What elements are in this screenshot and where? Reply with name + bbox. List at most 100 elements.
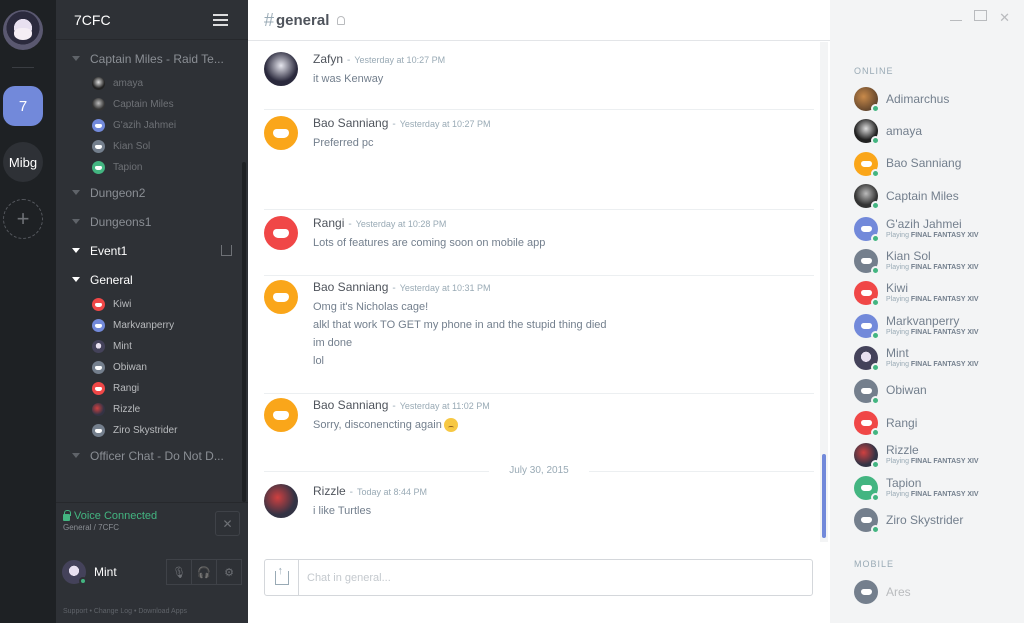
guild-icon-7[interactable]: 7 [3,86,43,126]
discord-logo-icon [95,165,102,170]
discord-logo-icon [860,160,872,167]
avatar [854,249,880,275]
avatar[interactable] [264,216,298,250]
message-author[interactable]: Rizzle [313,484,346,498]
member-item[interactable]: G'azih Jahmei Playing FINAL FANTASY XIV [854,213,1014,245]
online-status-icon [871,104,880,113]
close-icon[interactable]: ✕ [999,10,1010,26]
discord-logo-icon [860,290,872,297]
invite-icon[interactable] [221,245,232,256]
microphone-icon[interactable]: 🎙 [166,559,192,585]
separator: - [348,219,352,230]
avatar[interactable] [264,52,298,86]
add-server-icon[interactable]: + [3,199,43,239]
voice-user[interactable]: Rangi [56,378,240,399]
server-header[interactable]: 7CFC [56,0,248,40]
chevron-down-icon [72,190,80,195]
member-item[interactable]: Tapion Playing FINAL FANTASY XIV [854,472,1014,504]
member-item[interactable]: Rangi [854,407,1014,439]
bell-icon[interactable] [337,15,346,25]
channel-list: Captain Miles - Raid Te... amaya Captain … [56,44,240,503]
member-item[interactable]: amaya [854,115,1014,147]
game-name: FINAL FANTASY XIV [910,458,979,466]
guild-icon-avatar[interactable] [3,10,43,50]
message-author[interactable]: Rangi [313,216,344,230]
voice-user[interactable]: Kian Sol [56,136,240,157]
voice-user[interactable]: Rizzle [56,399,240,420]
separator: - [392,283,396,294]
voice-channel-general[interactable]: General [56,265,240,294]
maximize-icon[interactable] [974,10,988,21]
avatar[interactable] [264,484,298,518]
member-name: Rizzle [886,443,919,458]
voice-channel-captain[interactable]: Captain Miles - Raid Te... [56,44,240,73]
voice-user[interactable]: Mint [56,336,240,357]
member-item[interactable]: Markvanperry Playing FINAL FANTASY XIV [854,310,1014,342]
voice-user[interactable]: Ziro Skystrider [56,420,240,441]
voice-channel-dungeons1[interactable]: Dungeons1 [56,207,240,236]
member-item[interactable]: Adimarchus [854,83,1014,115]
message-author[interactable]: Bao Sanniang [313,116,388,130]
voice-user[interactable]: Kiwi [56,294,240,315]
voice-user[interactable]: Obiwan [56,357,240,378]
avatar [854,184,880,211]
avatar [92,340,105,353]
voice-user[interactable]: Tapion [56,157,240,178]
guild-icon-mibg[interactable]: Mibg [3,142,43,182]
member-text: Captain Miles [886,189,959,203]
member-item[interactable]: Mint Playing FINAL FANTASY XIV [854,342,1014,374]
member-item[interactable]: Captain Miles [854,180,1014,212]
upload-button[interactable] [265,560,299,595]
message-body: Preferred pc [313,134,374,152]
message-line: alkl that work TO GET my phone in and th… [313,316,607,334]
member-item[interactable]: Kiwi Playing FINAL FANTASY XIV [854,277,1014,309]
playing-label: Playing [886,361,909,369]
avatar[interactable] [264,116,298,150]
message-text: Sorry, disconencting again [313,419,442,431]
gear-icon[interactable]: ⚙ [216,559,242,585]
member-text: Rangi [886,416,917,430]
message-author[interactable]: Zafyn [313,52,343,66]
avatar[interactable] [62,560,87,585]
message-author[interactable]: Bao Sanniang [313,280,388,294]
footer-links[interactable]: Support • Change Log • Download Apps [63,608,187,615]
message-text: alkl that work TO GET my phone in and th… [313,319,607,331]
voice-user[interactable]: G'azih Jahmei [56,115,240,136]
avatar[interactable] [264,398,298,432]
username: Mint [94,565,117,579]
message-header: Rangi - Yesterday at 10:28 PM [313,216,446,230]
minimize-icon[interactable] [950,20,963,21]
online-status-icon [871,363,880,373]
member-item[interactable]: Obiwan [854,375,1014,407]
member-name: amaya [886,123,923,138]
sidebar-scrollbar[interactable] [242,162,246,502]
voice-channel-dungeon2[interactable]: Dungeon2 [56,178,240,207]
chat-input[interactable] [299,562,812,593]
avatar [92,403,105,416]
avatar [92,98,105,111]
menu-icon[interactable] [213,13,228,26]
chat-scrollbar[interactable] [820,42,828,542]
voice-user[interactable]: Markvanperry [56,315,240,336]
headphones-icon[interactable]: 🎧 [191,559,217,585]
message-line: lol [313,352,607,370]
separator: - [347,55,351,66]
scrollbar-thumb[interactable] [822,454,826,538]
member-activity: Playing FINAL FANTASY XIV [886,231,979,240]
member-item[interactable]: Rizzle Playing FINAL FANTASY XIV [854,439,1014,471]
disconnect-button[interactable]: ✕ [215,511,240,536]
avatar [92,382,105,395]
avatar[interactable] [264,280,298,314]
member-item[interactable]: Ares [854,576,1014,608]
message-author[interactable]: Bao Sanniang [313,398,388,412]
message-header: Rizzle - Today at 8:44 PM [313,484,427,498]
member-item[interactable]: Bao Sanniang [854,148,1014,180]
member-text: Tapion Playing FINAL FANTASY XIV [886,476,979,499]
member-item[interactable]: Ziro Skystrider [854,504,1014,536]
member-text: Ares [886,585,911,599]
voice-channel-officer[interactable]: Officer Chat - Do Not D... [56,441,240,470]
member-item[interactable]: Kian Sol Playing FINAL FANTASY XIV [854,245,1014,277]
voice-channel-event1[interactable]: Event1 [56,236,240,265]
voice-user[interactable]: Captain Miles [56,94,240,115]
voice-user[interactable]: amaya [56,73,240,94]
